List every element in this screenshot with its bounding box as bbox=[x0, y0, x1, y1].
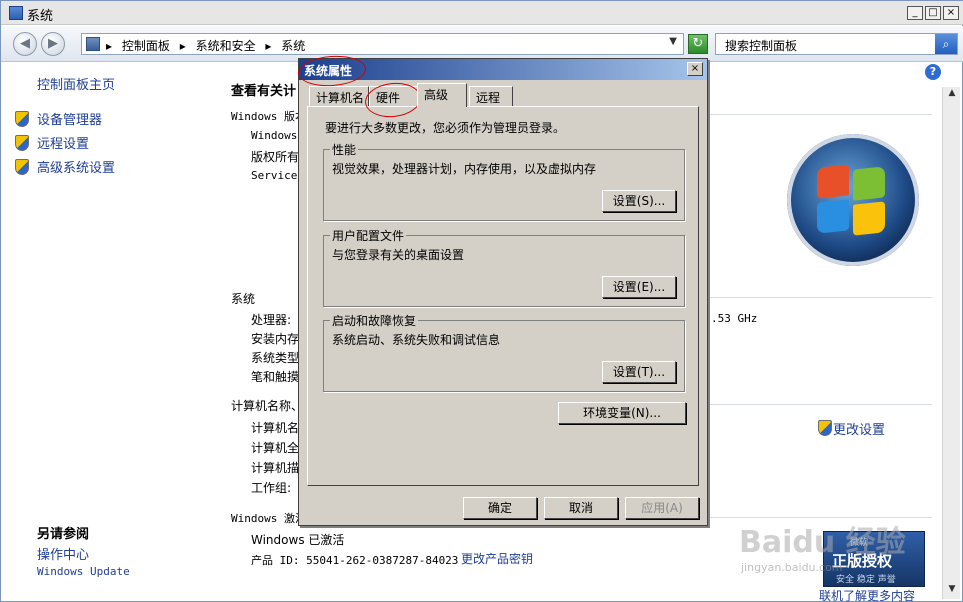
search-icon[interactable]: ⌕ bbox=[935, 34, 957, 54]
breadcrumb-system-security[interactable]: 系统和安全 bbox=[196, 39, 256, 53]
breadcrumb-sep-icon[interactable]: ▸ bbox=[265, 39, 271, 53]
breadcrumb-control-panel[interactable]: 控制面板 bbox=[122, 39, 170, 53]
edition-line: 版权所有 bbox=[251, 150, 300, 164]
advanced-system-settings-link[interactable]: 高级系统设置 bbox=[37, 157, 115, 176]
activation-section-label: Windows 激活 bbox=[231, 512, 306, 525]
performance-group: 性能 视觉效果，处理器计划，内存使用，以及虚拟内存 设置(S)... bbox=[323, 141, 685, 221]
breadcrumb-system[interactable]: 系统 bbox=[281, 39, 305, 53]
control-panel-home-link[interactable]: 控制面板主页 bbox=[37, 74, 115, 93]
cpu-speed: .53 GHz bbox=[711, 312, 758, 325]
breadcrumb-sep-icon[interactable]: ▸ bbox=[106, 39, 112, 53]
group-title: 用户配置文件 bbox=[330, 227, 407, 244]
user-profiles-settings-button[interactable]: 设置(E)... bbox=[602, 276, 676, 298]
vertical-scrollbar[interactable]: ▲ ▼ bbox=[942, 87, 960, 599]
control-panel-icon bbox=[86, 37, 100, 51]
divider bbox=[707, 297, 932, 298]
computer-row: 工作组: bbox=[251, 481, 292, 495]
environment-variables-button[interactable]: 环境变量(N)... bbox=[558, 402, 686, 424]
minimize-button[interactable]: _ bbox=[907, 6, 923, 20]
shield-icon bbox=[15, 135, 29, 151]
scroll-up-icon[interactable]: ▲ bbox=[945, 88, 959, 102]
shield-icon bbox=[15, 111, 29, 127]
group-description: 系统启动、系统失败和调试信息 bbox=[332, 333, 501, 347]
dialog-title: 系统属性 bbox=[304, 64, 353, 78]
startup-recovery-settings-button[interactable]: 设置(T)... bbox=[602, 361, 676, 383]
activation-status: Windows 已激活 bbox=[251, 533, 345, 547]
shield-icon bbox=[15, 159, 29, 175]
group-title: 性能 bbox=[330, 141, 359, 158]
learn-more-link[interactable]: 联机了解更多内容 bbox=[819, 587, 915, 602]
cancel-button[interactable]: 取消 bbox=[544, 497, 618, 519]
performance-settings-button[interactable]: 设置(S)... bbox=[602, 190, 676, 212]
dialog-title-bar[interactable]: 系统属性 × bbox=[299, 59, 707, 80]
group-title: 启动和故障恢复 bbox=[330, 312, 419, 329]
tab-computer-name[interactable]: 计算机名 bbox=[309, 86, 369, 106]
back-button[interactable]: ◀ bbox=[13, 32, 37, 56]
apply-button[interactable]: 应用(A) bbox=[625, 497, 699, 519]
search-placeholder: 搜索控制面板 bbox=[725, 39, 798, 53]
edition-label: Windows 版本 bbox=[231, 110, 306, 123]
remote-settings-link[interactable]: 远程设置 bbox=[37, 133, 89, 152]
window-title: 系统 bbox=[27, 9, 54, 24]
tab-advanced[interactable]: 高级 bbox=[417, 83, 467, 107]
device-manager-link[interactable]: 设备管理器 bbox=[37, 109, 102, 128]
startup-recovery-group: 启动和故障恢复 系统启动、系统失败和调试信息 设置(T)... bbox=[323, 312, 685, 392]
chevron-down-icon[interactable]: ▼ bbox=[669, 36, 677, 47]
breadcrumb: ▸ 控制面板 ▸ 系统和安全 ▸ 系统 bbox=[106, 37, 311, 54]
group-description: 视觉效果，处理器计划，内存使用，以及虚拟内存 bbox=[332, 162, 597, 176]
dialog-close-icon[interactable]: × bbox=[687, 62, 703, 76]
forward-button[interactable]: ▶ bbox=[41, 32, 65, 56]
divider bbox=[707, 114, 932, 115]
badge-sub: 安全 稳定 声誉 bbox=[836, 575, 896, 585]
computer-row: 计算机名 bbox=[251, 421, 300, 435]
change-settings-link[interactable]: 更改设置 bbox=[833, 419, 885, 438]
page-heading: 查看有关计 bbox=[231, 84, 297, 99]
system-properties-dialog: 系统属性 × 计算机名 硬件 高级 远程 要进行大多数更改，您必须作为管理员登录… bbox=[298, 58, 708, 526]
tab-remote[interactable]: 远程 bbox=[469, 86, 513, 106]
address-bar[interactable]: ▸ 控制面板 ▸ 系统和安全 ▸ 系统 ▼ bbox=[81, 33, 684, 55]
tab-hardware[interactable]: 硬件 bbox=[369, 86, 419, 106]
edition-line: Service bbox=[251, 169, 298, 182]
search-input[interactable]: 搜索控制面板 ⌕ bbox=[715, 33, 958, 55]
system-row: 安装内存 bbox=[251, 332, 300, 346]
change-product-key-link[interactable]: 更改产品密钥 bbox=[461, 550, 533, 567]
ok-button[interactable]: 确定 bbox=[463, 497, 537, 519]
computer-section-label: 计算机名称、 bbox=[231, 399, 304, 413]
user-profiles-group: 用户配置文件 与您登录有关的桌面设置 设置(E)... bbox=[323, 227, 685, 307]
admin-note: 要进行大多数更改，您必须作为管理员登录。 bbox=[325, 121, 566, 135]
refresh-icon[interactable]: ↻ bbox=[688, 34, 708, 54]
windows-logo bbox=[787, 134, 919, 266]
scroll-down-icon[interactable]: ▼ bbox=[945, 584, 959, 598]
watermark: Baidu 经验 bbox=[739, 525, 906, 560]
edition-line: Windows bbox=[251, 129, 298, 142]
title-bar: 系统 _ □ × bbox=[1, 1, 963, 25]
help-icon[interactable]: ? bbox=[925, 64, 941, 80]
maximize-button[interactable]: □ bbox=[925, 6, 941, 20]
system-row: 笔和触摸 bbox=[251, 370, 300, 384]
windows-update-link[interactable]: Windows Update bbox=[37, 565, 130, 578]
system-icon bbox=[9, 6, 23, 20]
computer-row: 计算机全 bbox=[251, 441, 300, 455]
computer-row: 计算机描 bbox=[251, 461, 300, 475]
see-also-heading: 另请参阅 bbox=[37, 527, 90, 542]
group-description: 与您登录有关的桌面设置 bbox=[332, 248, 465, 262]
breadcrumb-sep-icon[interactable]: ▸ bbox=[180, 39, 186, 53]
action-center-link[interactable]: 操作中心 bbox=[37, 544, 89, 563]
system-window: 系统 _ □ × ◀ ▶ ▸ 控制面板 ▸ 系统和安全 ▸ 系统 ▼ ↻ 搜索控… bbox=[0, 0, 963, 602]
navigation-bar: ◀ ▶ ▸ 控制面板 ▸ 系统和安全 ▸ 系统 ▼ ↻ 搜索控制面板 ⌕ bbox=[1, 26, 963, 62]
system-row: 系统类型 bbox=[251, 351, 300, 365]
system-section-label: 系统 bbox=[231, 292, 256, 306]
system-row: 处理器: bbox=[251, 313, 292, 327]
watermark-url: jingyan.baidu.com bbox=[741, 561, 843, 574]
close-button[interactable]: × bbox=[943, 6, 959, 20]
shield-icon bbox=[818, 420, 832, 436]
advanced-tab-panel: 要进行大多数更改，您必须作为管理员登录。 性能 视觉效果，处理器计划，内存使用，… bbox=[307, 106, 699, 486]
product-id: 产品 ID: 55041-262-0387287-84023 bbox=[251, 554, 459, 567]
divider bbox=[707, 404, 932, 405]
